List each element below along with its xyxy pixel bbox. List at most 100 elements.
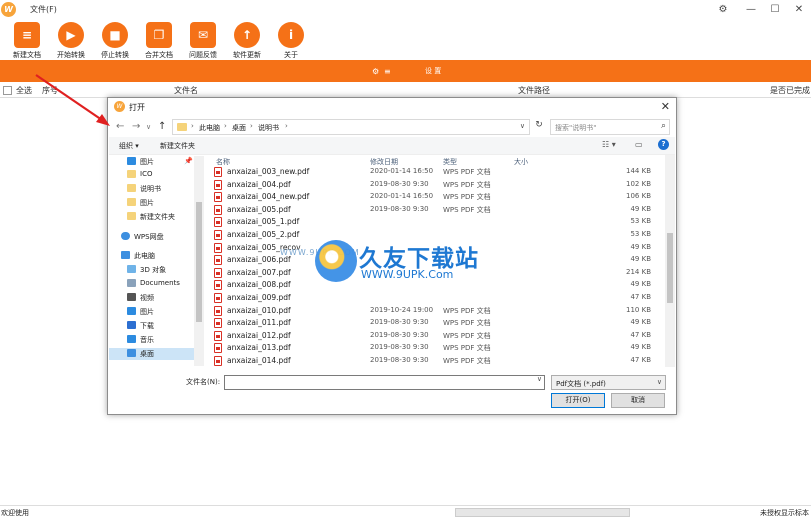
feedback-button[interactable]: ✉ 问题反馈: [183, 22, 223, 60]
pdf-file-icon: [214, 204, 222, 215]
nav-item-wps-cloud[interactable]: WPS网盘: [109, 231, 195, 243]
address-bar[interactable]: › 此电脑 › 桌面 › 说明书 › ∨: [172, 119, 530, 135]
pdf-file-icon: [214, 255, 222, 266]
file-date: 2019-08-30 9:30: [370, 343, 429, 352]
forward-icon[interactable]: →: [132, 121, 140, 132]
file-row[interactable]: anxaizai_003_new.pdf 2020-01-14 16:50 WPS …: [208, 166, 663, 178]
file-row[interactable]: anxaizai_011.pdf 2019-08-30 9:30 WPS PDF 文…: [208, 317, 663, 329]
file-row[interactable]: anxaizai_004.pdf 2019-08-30 9:30 WPS PDF 文…: [208, 179, 663, 191]
merge-documents-button[interactable]: ❐ 合并文档: [139, 22, 179, 60]
select-all-label[interactable]: 全选: [16, 85, 32, 96]
nav-item-downloads[interactable]: 下载: [109, 320, 195, 332]
pictures-icon: [127, 307, 136, 315]
stop-convert-button[interactable]: ■ 停止转换: [95, 22, 135, 60]
search-input[interactable]: 搜索"说明书" ⌕: [550, 119, 670, 135]
preview-pane-icon[interactable]: ▭: [635, 140, 643, 149]
command-bar: 组织 ▾ 新建文件夹 ☷ ▾ ▭ ?: [109, 137, 675, 155]
pin-icon[interactable]: 📌: [184, 157, 193, 165]
nav-label: 桌面: [140, 350, 154, 358]
nav-item-documents[interactable]: Documents: [109, 278, 195, 290]
file-scrollbar[interactable]: [665, 155, 675, 367]
maximize-icon[interactable]: ☐: [765, 2, 785, 18]
file-type: WPS PDF 文档: [443, 306, 491, 315]
about-button[interactable]: i 关于: [271, 22, 311, 60]
nav-label: 说明书: [140, 185, 161, 193]
nav-item-new-folder[interactable]: 新建文件夹: [109, 211, 195, 223]
file-row[interactable]: anxaizai_010.pdf 2019-10-24 19:00 WPS PDF …: [208, 305, 663, 317]
close-icon[interactable]: ✕: [789, 2, 809, 18]
pdf-file-icon: [214, 179, 222, 190]
file-size: 49 KB: [630, 255, 651, 264]
file-row[interactable]: anxaizai_005_1.pdf 53 KB: [208, 216, 663, 228]
new-folder-button[interactable]: 新建文件夹: [160, 141, 195, 151]
file-name: anxaizai_005.pdf: [227, 204, 291, 214]
file-size: 49 KB: [630, 204, 651, 213]
nav-item-3d-objects[interactable]: 3D 对象: [109, 264, 195, 276]
filename-input[interactable]: [224, 375, 545, 390]
nav-item-pictures-pinned[interactable]: 图片 📌: [109, 156, 195, 168]
folder-icon: [127, 198, 136, 206]
file-row[interactable]: anxaizai_014.pdf 2019-08-30 9:30 WPS PDF 文…: [208, 355, 663, 367]
col-done: 是否已完成: [770, 86, 810, 95]
file-row[interactable]: anxaizai_013.pdf 2019-08-30 9:30 WPS PDF 文…: [208, 342, 663, 354]
file-row[interactable]: anxaizai_005.pdf 2019-08-30 9:30 WPS PDF 文…: [208, 204, 663, 216]
pictures-icon: [127, 157, 136, 165]
chevron-right-icon: ›: [285, 122, 288, 130]
back-icon[interactable]: ←: [116, 121, 124, 132]
breadcrumb-desktop[interactable]: 桌面: [232, 123, 246, 133]
nav-item-pictures-folder[interactable]: 图片: [109, 197, 195, 209]
view-options-icon[interactable]: ☷ ▾: [602, 140, 616, 149]
nav-label: ICO: [140, 170, 153, 178]
file-size: 49 KB: [630, 280, 651, 289]
search-placeholder: 搜索"说明书": [555, 124, 597, 132]
cancel-button[interactable]: 取消: [611, 393, 665, 408]
menu-file[interactable]: 文件(F): [30, 4, 57, 15]
nav-item-desktop[interactable]: 桌面: [109, 348, 195, 360]
search-icon[interactable]: ⌕: [661, 121, 666, 131]
chevron-down-icon[interactable]: ∨: [537, 375, 542, 383]
tool-label: 新建文档: [13, 51, 41, 59]
nav-item-ico[interactable]: ICO: [109, 169, 195, 181]
dialog-title-bar: W 打开 ✕: [108, 98, 676, 116]
nav-item-videos[interactable]: 视频: [109, 292, 195, 304]
up-icon[interactable]: ↑: [158, 121, 166, 132]
settings-label[interactable]: 设 置: [425, 66, 441, 76]
list-icon[interactable]: ≡: [384, 67, 391, 76]
start-convert-button[interactable]: ▶ 开始转换: [51, 22, 91, 60]
computer-icon: [121, 251, 130, 259]
nav-item-manual[interactable]: 说明书: [109, 183, 195, 195]
gear-icon[interactable]: ⚙: [372, 67, 379, 76]
breadcrumb-this-pc[interactable]: 此电脑: [199, 123, 220, 133]
organize-button[interactable]: 组织 ▾: [119, 141, 139, 151]
file-type: WPS PDF 文档: [443, 205, 491, 214]
nav-scrollbar[interactable]: [194, 156, 204, 366]
nav-label: 图片: [140, 199, 154, 207]
breadcrumb-manual[interactable]: 说明书: [258, 123, 279, 133]
help-icon[interactable]: ?: [658, 139, 669, 150]
nav-scroll-thumb[interactable]: [196, 202, 202, 322]
file-scroll-thumb[interactable]: [667, 233, 673, 303]
nav-item-pictures[interactable]: 图片: [109, 306, 195, 318]
nav-item-music[interactable]: 音乐: [109, 334, 195, 346]
file-row[interactable]: anxaizai_012.pdf 2019-08-30 9:30 WPS PDF 文…: [208, 330, 663, 342]
chevron-down-icon[interactable]: ∨: [520, 122, 525, 130]
software-update-button[interactable]: ↑ 软件更新: [227, 22, 267, 60]
dialog-close-icon[interactable]: ✕: [661, 100, 670, 113]
new-document-button[interactable]: ≡ 新建文档: [7, 22, 47, 60]
file-type-filter[interactable]: Pdf文档 (*.pdf) ∨: [551, 375, 666, 390]
settings-gear-icon[interactable]: ⚙: [713, 2, 733, 18]
recent-dropdown-icon[interactable]: ∨: [146, 123, 151, 131]
file-row[interactable]: anxaizai_009.pdf 47 KB: [208, 292, 663, 304]
file-type: WPS PDF 文档: [443, 180, 491, 189]
file-date: 2019-08-30 9:30: [370, 179, 429, 188]
file-date: 2020-01-14 16:50: [370, 192, 434, 201]
minimize-icon[interactable]: —: [741, 2, 761, 18]
file-row[interactable]: anxaizai_004_new.pdf 2020-01-14 16:50 WPS …: [208, 191, 663, 203]
refresh-icon[interactable]: ↻: [533, 120, 545, 134]
file-name: anxaizai_011.pdf: [227, 318, 291, 328]
select-all-checkbox[interactable]: [3, 86, 12, 95]
nav-item-this-pc[interactable]: 此电脑: [109, 250, 195, 262]
nav-label: Documents: [140, 279, 180, 287]
pdf-file-icon: [214, 217, 222, 228]
open-button[interactable]: 打开(O): [551, 393, 605, 408]
